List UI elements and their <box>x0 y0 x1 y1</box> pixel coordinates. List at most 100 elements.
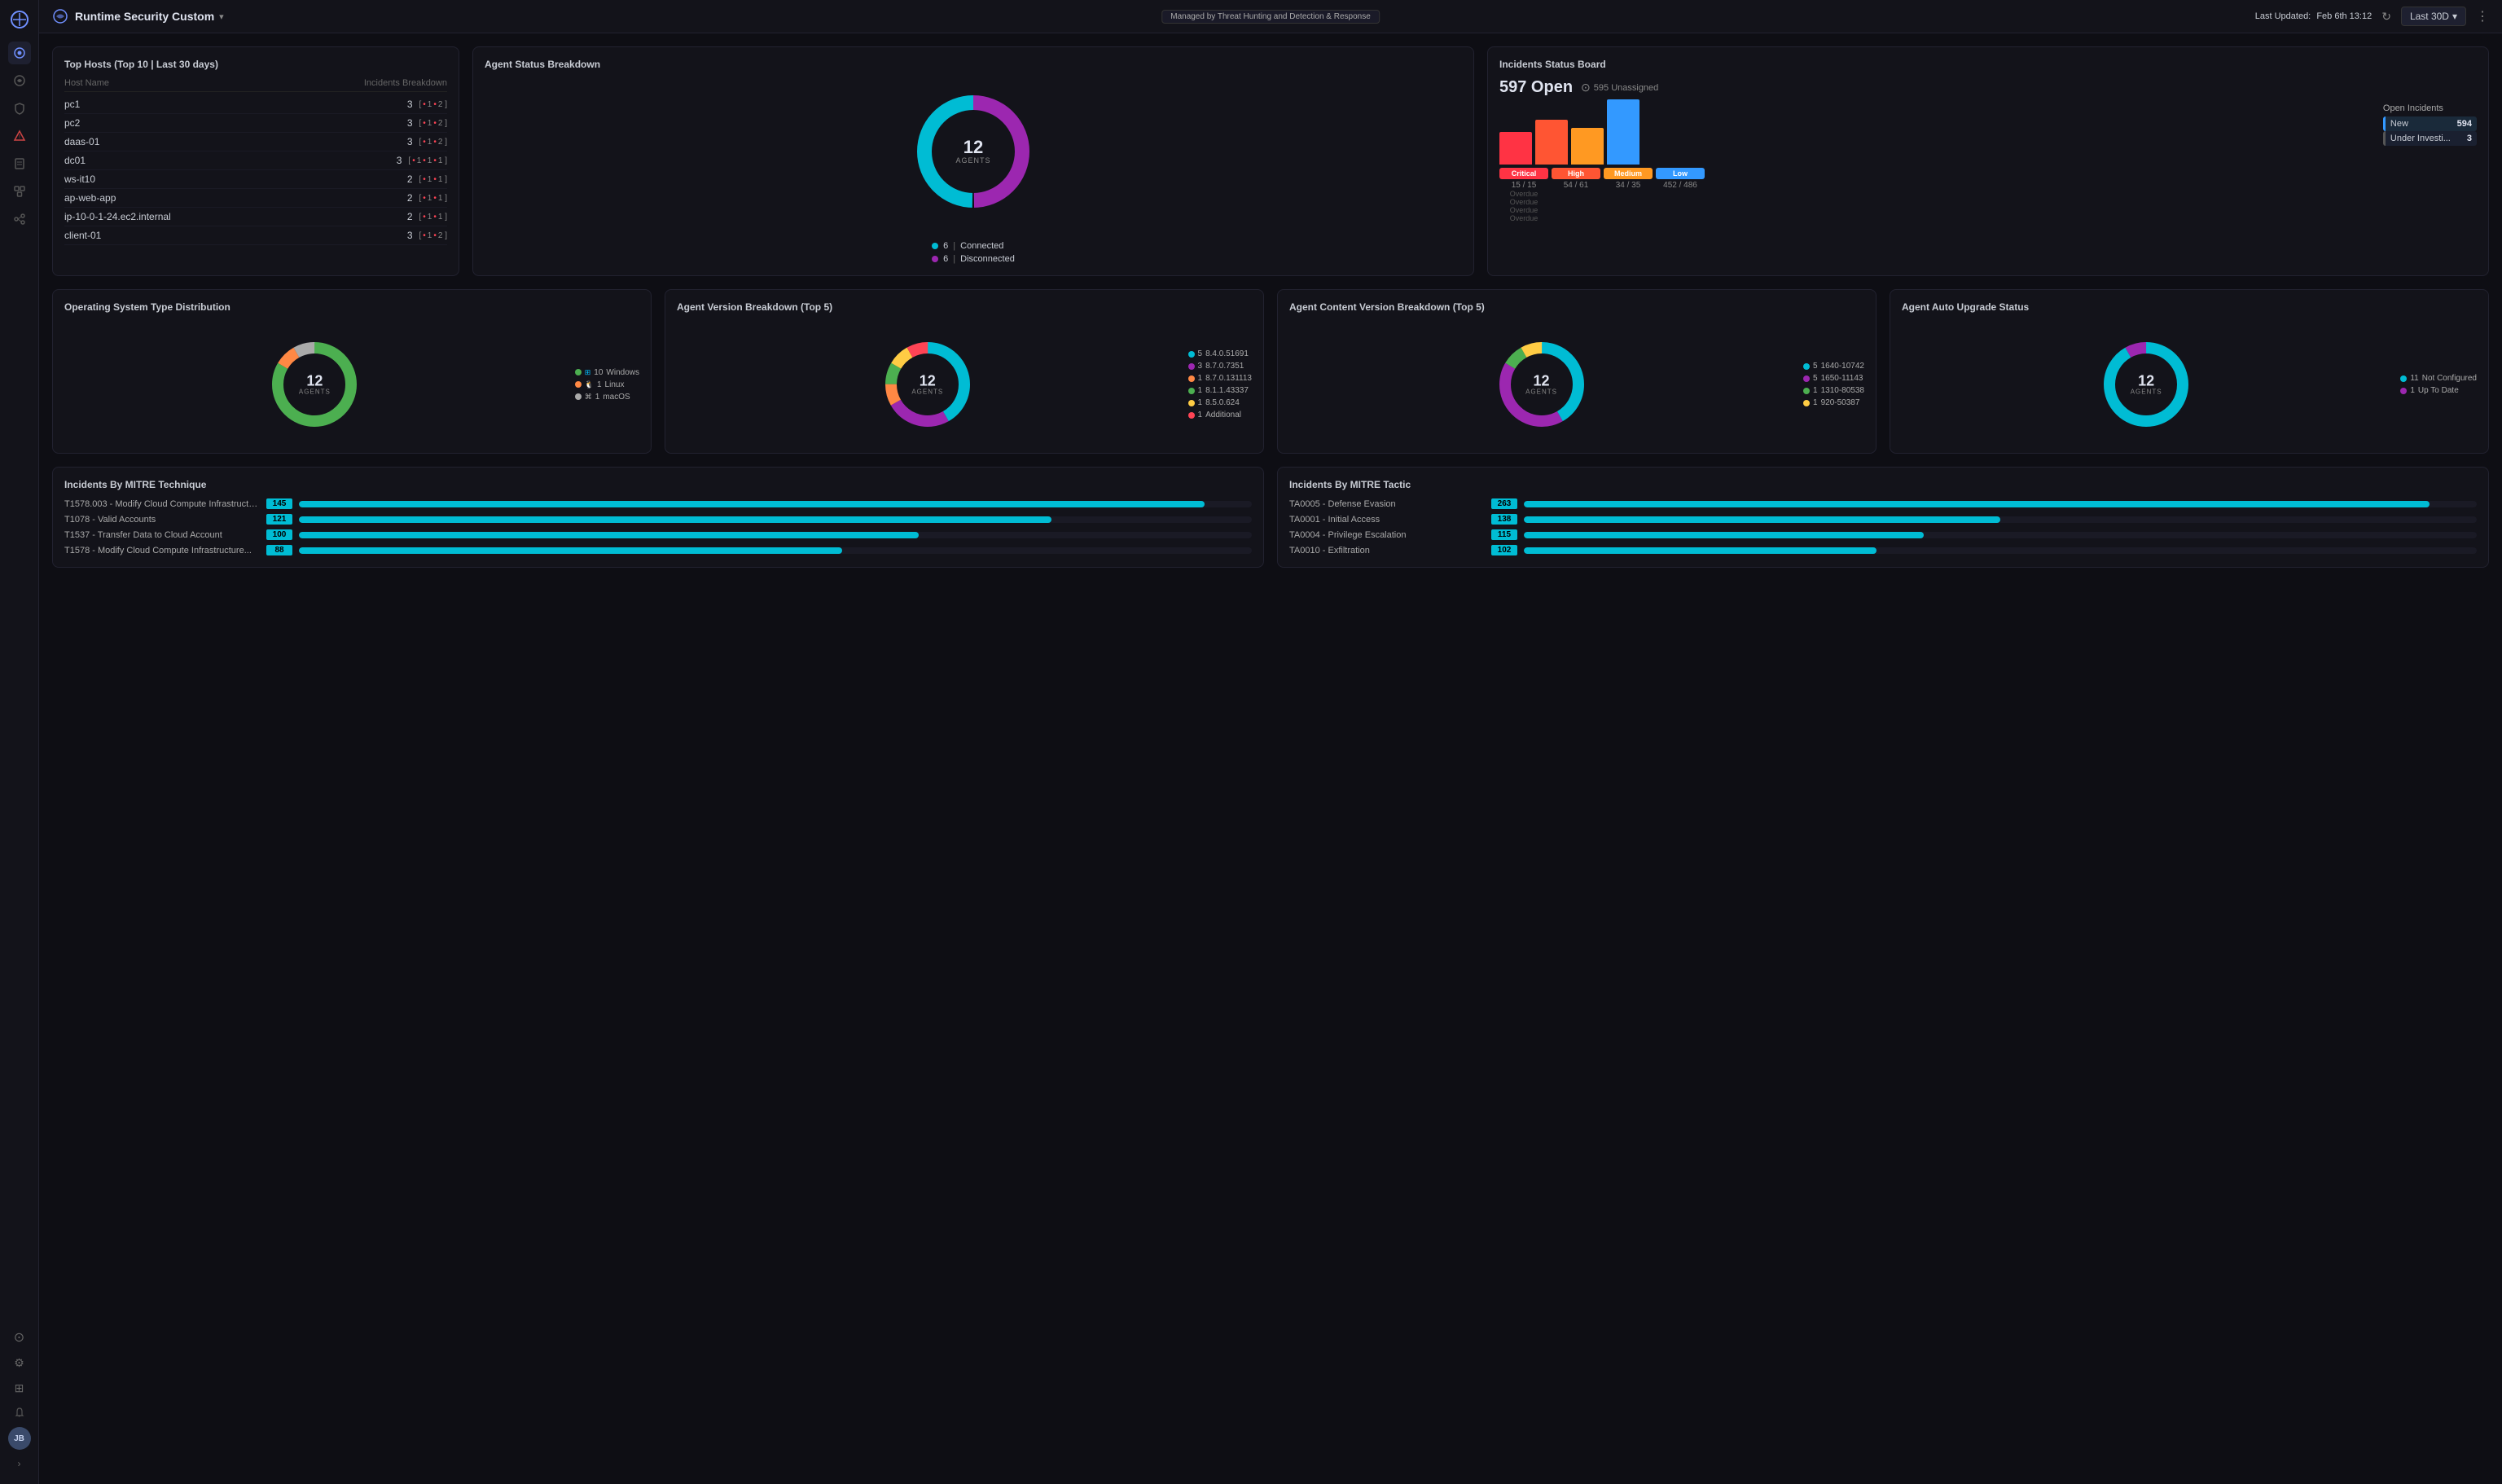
more-options-button[interactable]: ⋮ <box>2476 8 2489 24</box>
legend-item: ⊞10 Windows <box>575 368 639 377</box>
sidebar-item-home[interactable] <box>8 42 31 64</box>
legend-label: 8.5.0.624 <box>1205 398 1240 407</box>
legend-count: 5 <box>1813 362 1818 371</box>
sidebar-item-apps[interactable]: ⊞ <box>8 1376 31 1399</box>
managed-badge: Managed by Threat Hunting and Detection … <box>1161 10 1380 24</box>
title-chevron-icon[interactable]: ▾ <box>219 11 224 22</box>
legend-item: 1 Additional <box>1188 411 1252 419</box>
top-hosts-panel: Top Hosts (Top 10 | Last 30 days) Host N… <box>52 46 459 276</box>
severity-badge: Critical <box>1499 168 1548 179</box>
legend-item: 5 8.4.0.51691 <box>1188 349 1252 358</box>
table-row: dc01 3 [ • 1 • 1 • 1 ] <box>64 151 447 170</box>
legend-count: 5 <box>1198 349 1203 358</box>
legend-item: 6 | Disconnected <box>932 254 1015 264</box>
mitre-count: 100 <box>266 529 292 540</box>
mitre-row[interactable]: T1578.003 - Modify Cloud Compute Infrast… <box>64 498 1252 509</box>
legend-dot-icon <box>1188 388 1195 394</box>
sidebar-item-alerts[interactable]: ! <box>8 125 31 147</box>
sidebar-expand[interactable]: › <box>8 1452 31 1475</box>
host-name[interactable]: ip-10-0-1-24.ec2.internal <box>64 211 407 222</box>
header-logo-icon <box>52 8 68 24</box>
sidebar-item-network[interactable] <box>8 180 31 203</box>
legend-count: 1 <box>1198 374 1203 383</box>
sidebar-item-reports[interactable] <box>8 152 31 175</box>
open-incident-row[interactable]: New 594 <box>2383 116 2477 131</box>
sidebar-item-settings[interactable]: ⚙ <box>8 1351 31 1374</box>
host-name[interactable]: pc2 <box>64 117 407 129</box>
legend-dot-icon <box>932 243 938 249</box>
legend-item: 3 8.7.0.7351 <box>1188 362 1252 371</box>
table-row: ap-web-app 2 [ • 1 • 1 ] <box>64 189 447 208</box>
severity-stat: 15 / 15 <box>1499 181 1548 190</box>
app-header: Runtime Security Custom ▾ Managed by Thr… <box>39 0 2502 33</box>
windows-icon: ⊞ <box>585 368 591 377</box>
legend-label: Additional <box>1205 411 1241 419</box>
mitre-row[interactable]: TA0004 - Privilege Escalation 115 <box>1289 529 2477 540</box>
table-row: pc2 3 [ • 1 • 2 ] <box>64 114 447 133</box>
legend-dot-icon <box>1188 400 1195 406</box>
sidebar-item-collapse[interactable]: ⊙ <box>8 1326 31 1349</box>
mitre-bar-fill <box>299 516 1051 523</box>
mitre-bar-bg <box>1524 532 2477 538</box>
legend-dot-icon <box>1188 412 1195 419</box>
second-row: Operating System Type Distribution <box>52 289 2489 454</box>
mitre-tactic-title: Incidents By MITRE Tactic <box>1289 479 2477 490</box>
severity-stats: 15 / 1554 / 6134 / 35452 / 486 <box>1499 181 2377 190</box>
mitre-bar-fill <box>1524 516 2000 523</box>
mitre-row[interactable]: T1078 - Valid Accounts 121 <box>64 514 1252 525</box>
header-right: Last Updated: Feb 6th 13:12 ↻ Last 30D ▾… <box>2255 7 2489 26</box>
mitre-count: 145 <box>266 498 292 509</box>
agent-status-panel: Agent Status Breakdown <box>472 46 1474 276</box>
auto-upgrade-title: Agent Auto Upgrade Status <box>1902 301 2477 313</box>
host-name[interactable]: dc01 <box>64 155 397 166</box>
mitre-count: 115 <box>1491 529 1517 540</box>
legend-dot-icon <box>1188 375 1195 382</box>
bar-column <box>1607 99 1639 165</box>
time-range-button[interactable]: Last 30D ▾ <box>2401 7 2466 26</box>
user-avatar[interactable]: JB <box>8 1427 31 1450</box>
top-hosts-title: Top Hosts (Top 10 | Last 30 days) <box>64 59 447 70</box>
host-count: 3 <box>407 117 413 129</box>
app-logo[interactable] <box>7 7 33 33</box>
legend-count: 3 <box>1198 362 1203 371</box>
mitre-bar-fill <box>299 501 1205 507</box>
refresh-icon[interactable]: ↻ <box>2381 10 2391 24</box>
mitre-bar-bg <box>299 516 1252 523</box>
legend-dot-icon <box>1803 388 1810 394</box>
legend-count: 6 <box>943 241 948 251</box>
incident-dots: [ • 1 • 1 ] <box>419 194 448 203</box>
host-name[interactable]: pc1 <box>64 99 407 110</box>
mitre-technique-list: T1578.003 - Modify Cloud Compute Infrast… <box>64 498 1252 555</box>
legend-count: 5 <box>1813 374 1818 383</box>
mitre-row[interactable]: TA0001 - Initial Access 138 <box>1289 514 2477 525</box>
incidents-status-title: Incidents Status Board <box>1499 59 2477 70</box>
mitre-count: 263 <box>1491 498 1517 509</box>
legend-dot-icon <box>575 393 582 400</box>
legend-dot-icon <box>1803 363 1810 370</box>
mitre-bar-bg <box>299 501 1252 507</box>
sidebar-item-alerts-bell[interactable] <box>8 1402 31 1425</box>
mitre-row[interactable]: TA0010 - Exfiltration 102 <box>1289 545 2477 555</box>
legend-count: 1 <box>1198 386 1203 395</box>
mitre-row[interactable]: T1578 - Modify Cloud Compute Infrastruct… <box>64 545 1252 555</box>
severity-stat: 34 / 35 <box>1604 181 1653 190</box>
mitre-row[interactable]: TA0005 - Defense Evasion 263 <box>1289 498 2477 509</box>
legend-label: Linux <box>605 380 625 389</box>
mitre-row[interactable]: T1537 - Transfer Data to Cloud Account 1… <box>64 529 1252 540</box>
sidebar-item-integrations[interactable] <box>8 208 31 231</box>
legend-label: 8.7.0.7351 <box>1205 362 1244 371</box>
sidebar: ! ⊙ ⚙ ⊞ <box>0 0 39 1484</box>
severity-bar <box>1499 132 1532 165</box>
host-name[interactable]: ap-web-app <box>64 192 407 204</box>
host-name[interactable]: client-01 <box>64 230 407 241</box>
mitre-bar-fill <box>299 547 842 554</box>
mitre-bar-bg <box>299 547 1252 554</box>
host-name[interactable]: ws-it10 <box>64 173 407 185</box>
host-name[interactable]: daas-01 <box>64 136 407 147</box>
sidebar-item-security[interactable] <box>8 69 31 92</box>
open-incident-row[interactable]: Under Investi... 3 <box>2383 131 2477 146</box>
os-donut: 12 AGENTS <box>266 336 363 433</box>
time-range-chevron-icon: ▾ <box>2452 11 2457 22</box>
oi-count: 3 <box>2467 134 2472 143</box>
sidebar-item-shield[interactable] <box>8 97 31 120</box>
